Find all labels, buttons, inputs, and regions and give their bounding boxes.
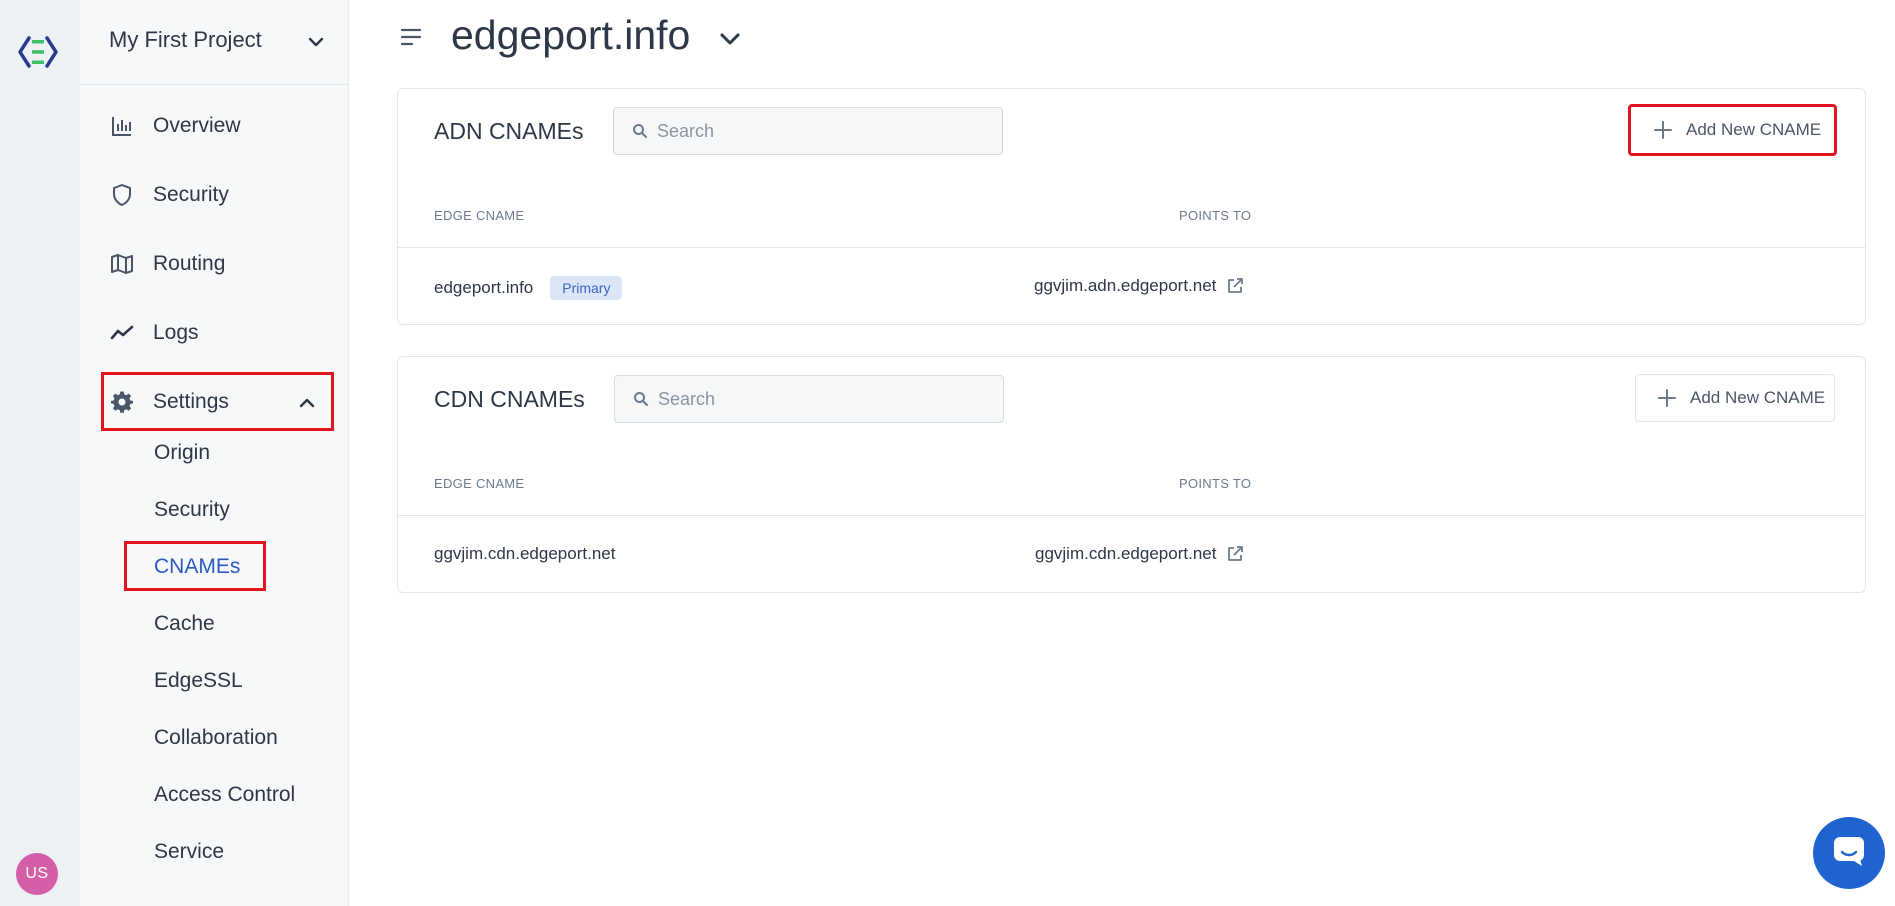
search-icon [632,123,648,139]
sidebar-item-overview[interactable]: Overview [109,106,241,146]
user-avatar[interactable]: US [16,853,58,895]
edge-cname-value: edgeport.info [434,278,534,297]
shield-icon [109,182,135,208]
sidebar-item-security[interactable]: Security [109,175,229,215]
column-header-points-to: POINTS TO [1179,208,1252,223]
column-header-edge-cname: EDGE CNAME [434,476,525,491]
table-row-edge-cname: ggvjim.cdn.edgeport.net [434,544,615,564]
sidebar-sub-service[interactable]: Service [154,840,224,864]
adn-cnames-card: ADN CNAMEs Search Add New CNAME EDGE CNA… [397,88,1866,325]
chat-icon [1832,835,1866,872]
sidebar-item-label: Routing [153,252,226,275]
project-selector[interactable]: My First Project [80,0,349,85]
sidebar-sub-cache[interactable]: Cache [154,612,215,636]
plus-icon [1658,389,1676,407]
sidebar-item-label: Logs [153,321,199,344]
search-placeholder: Search [658,388,716,409]
sidebar-sub-security[interactable]: Security [154,498,230,522]
card-title: ADN CNAMEs [434,118,584,144]
search-input[interactable]: Search [613,107,1003,155]
gear-icon [109,389,135,415]
points-to-value: ggvjim.adn.edgeport.net [1034,276,1217,295]
sidebar-item-logs[interactable]: Logs [109,313,199,353]
card-title: CDN CNAMEs [434,386,585,412]
edgeport-logo-icon[interactable] [17,34,59,70]
page-title: edgeport.info [451,12,691,58]
table-row-points-to: ggvjim.cdn.edgeport.net [1035,544,1244,564]
primary-badge: Primary [550,276,623,300]
sidebar-item-label: Security [153,183,229,206]
sidebar: My First Project Overview Security Routi… [80,0,349,906]
table-row-points-to: ggvjim.adn.edgeport.net [1034,276,1244,296]
chat-widget-button[interactable] [1813,817,1885,889]
bar-chart-icon [109,113,135,139]
divider [398,515,1865,516]
chevron-up-icon [297,393,317,413]
points-to-value: ggvjim.cdn.edgeport.net [1035,544,1217,563]
external-link-icon[interactable] [1226,545,1244,563]
search-placeholder: Search [657,120,715,141]
map-icon [109,251,135,277]
search-icon [633,391,649,407]
divider [398,247,1865,248]
edge-cname-value: ggvjim.cdn.edgeport.net [434,544,616,563]
sidebar-sub-origin[interactable]: Origin [154,441,210,465]
add-new-cname-button[interactable]: Add New CNAME [1628,104,1837,156]
chevron-down-icon[interactable] [717,28,743,50]
button-label: Add New CNAME [1686,120,1822,139]
plus-icon [1654,121,1672,139]
sidebar-sub-access-control[interactable]: Access Control [154,783,295,807]
cdn-cnames-card: CDN CNAMEs Search Add New CNAME EDGE CNA… [397,356,1866,593]
main-content: edgeport.info ADN CNAMEs Search Add New … [349,0,1895,906]
sidebar-item-routing[interactable]: Routing [109,244,225,284]
sidebar-sub-collaboration[interactable]: Collaboration [154,726,278,750]
trend-line-icon [109,320,135,346]
sidebar-sub-cnames[interactable]: CNAMEs [154,555,240,579]
table-row-edge-cname: edgeport.info Primary [434,276,623,300]
sidebar-sub-edgessl[interactable]: EdgeSSL [154,669,243,693]
menu-icon[interactable] [400,27,422,47]
app-rail: US [0,0,80,906]
search-input[interactable]: Search [614,375,1004,423]
external-link-icon[interactable] [1226,277,1244,295]
sidebar-item-label: Settings [153,389,229,413]
add-new-cname-button[interactable]: Add New CNAME [1635,374,1835,422]
column-header-edge-cname: EDGE CNAME [434,208,525,223]
button-label: Add New CNAME [1690,388,1826,407]
project-name: My First Project [109,27,262,52]
sidebar-item-label: Overview [153,114,241,137]
sidebar-item-settings[interactable]: Settings [101,372,334,431]
column-header-points-to: POINTS TO [1179,476,1252,491]
chevron-down-icon [306,32,326,52]
